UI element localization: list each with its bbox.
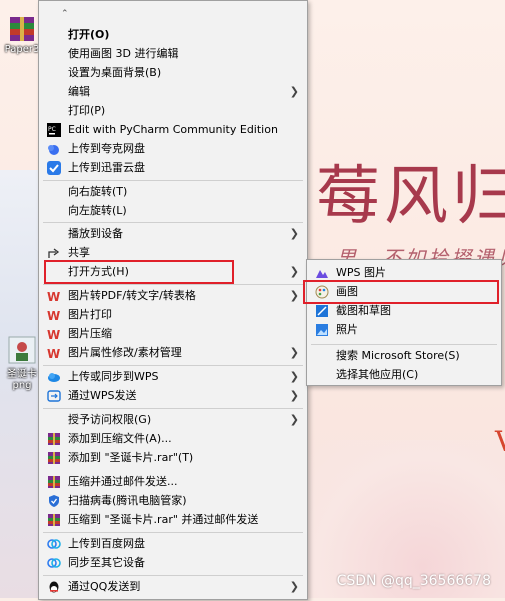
wps-icon: W xyxy=(47,289,61,304)
wps-icon: W xyxy=(47,327,61,342)
quark-cloud-icon xyxy=(47,142,61,156)
menu-item-wps-img-print[interactable]: W 图片打印 xyxy=(39,305,307,325)
open-with-submenu: WPS 图片 画图 截图和草图 照片 搜索 Microsoft Store(S)… xyxy=(303,259,502,386)
winrar-icon xyxy=(47,513,61,527)
baidu-cloud-icon xyxy=(47,556,61,570)
shield-icon xyxy=(47,494,61,508)
menu-item-wps-cloud-sync[interactable]: 上传或同步到WPS ❯ xyxy=(39,367,307,387)
menu-item-add-to-rar[interactable]: 添加到 "圣诞卡片.rar"(T) xyxy=(39,448,307,468)
highlight-box-open-with xyxy=(44,260,234,284)
winrar-icon xyxy=(47,451,61,465)
submenu-item-choose-app[interactable]: 选择其他应用(C) xyxy=(307,365,501,385)
chevron-right-icon: ❯ xyxy=(289,346,299,359)
menu-item-set-wallpaper[interactable]: 设置为桌面背景(B) xyxy=(39,63,307,83)
baidu-cloud-icon xyxy=(47,537,61,551)
menu-item-open[interactable]: 打开(O) xyxy=(39,25,307,45)
svg-text:PC: PC xyxy=(48,126,56,133)
highlight-box-paint xyxy=(303,280,499,304)
menu-item-cast-to-device[interactable]: 播放到设备 ❯ xyxy=(39,224,307,244)
menu-item-rotate-right[interactable]: 向右旋转(T) xyxy=(39,182,307,202)
menu-item-qq-send[interactable]: 通过QQ发送到 ❯ xyxy=(39,577,307,597)
menu-item-compress-email[interactable]: 压缩并通过邮件发送... xyxy=(39,472,307,492)
menu-item-virus-scan[interactable]: 扫描病毒(腾讯电脑管家) xyxy=(39,491,307,511)
menu-item-baidu-upload[interactable]: 上传到百度网盘 xyxy=(39,534,307,554)
wps-icon: W xyxy=(47,308,61,323)
menu-item-edit-paint3d[interactable]: 使用画图 3D 进行编辑 xyxy=(39,44,307,64)
menu-item-sync-devices[interactable]: 同步至其它设备 xyxy=(39,553,307,573)
submenu-item-photos[interactable]: 照片 xyxy=(307,320,501,340)
chevron-right-icon: ❯ xyxy=(289,580,299,593)
menu-separator xyxy=(43,408,303,409)
context-menu: ⌃ 打开(O) 使用画图 3D 进行编辑 设置为桌面背景(B) 编辑 ❯ 打印(… xyxy=(38,0,308,600)
wallpaper-mark: V xyxy=(495,425,505,458)
menu-item-print[interactable]: 打印(P) xyxy=(39,101,307,121)
submenu-item-snip-sketch[interactable]: 截图和草图 xyxy=(307,301,501,321)
svg-text:W: W xyxy=(47,309,60,322)
wps-cloud-icon xyxy=(47,370,61,384)
menu-item-wps-img-convert[interactable]: W 图片转PDF/转文字/转表格 ❯ xyxy=(39,286,307,306)
menu-separator xyxy=(43,180,303,181)
winrar-icon xyxy=(47,432,61,446)
chevron-up-icon: ⌃ xyxy=(61,9,69,19)
submenu-item-search-store[interactable]: 搜索 Microsoft Store(S) xyxy=(307,346,501,366)
wallpaper-title: 莓风归 xyxy=(316,160,505,234)
wps-icon: W xyxy=(47,346,61,361)
menu-item-wps-img-compress[interactable]: W 图片压缩 xyxy=(39,324,307,344)
chevron-right-icon: ❯ xyxy=(289,85,299,98)
pycharm-icon: PC xyxy=(47,123,61,137)
menu-item-wps-img-props[interactable]: W 图片属性修改/素材管理 ❯ xyxy=(39,343,307,363)
winrar-icon xyxy=(47,475,61,489)
winrar-icon xyxy=(7,14,37,44)
menu-item-rotate-left[interactable]: 向左旋转(L) xyxy=(39,201,307,221)
menu-separator xyxy=(43,575,303,576)
watermark: CSDN @qq_36566678 xyxy=(336,573,491,589)
menu-separator xyxy=(43,365,303,366)
menu-item-grant-access[interactable]: 授予访问权限(G) ❯ xyxy=(39,410,307,430)
chevron-right-icon: ❯ xyxy=(289,289,299,302)
qq-icon xyxy=(47,580,61,594)
image-thumbnail-icon xyxy=(7,335,37,365)
send-icon xyxy=(47,389,61,403)
svg-text:W: W xyxy=(47,347,60,360)
menu-item-add-to-archive[interactable]: 添加到压缩文件(A)... xyxy=(39,429,307,449)
chevron-right-icon: ❯ xyxy=(289,370,299,383)
wps-image-icon xyxy=(315,266,329,280)
menu-item-pycharm[interactable]: PC Edit with PyCharm Community Edition xyxy=(39,120,307,140)
menu-separator xyxy=(43,222,303,223)
svg-text:W: W xyxy=(47,328,60,341)
menu-item-xunlei-upload[interactable]: 上传到迅雷云盘 xyxy=(39,158,307,178)
chevron-right-icon: ❯ xyxy=(289,413,299,426)
photos-icon xyxy=(315,323,329,337)
chevron-right-icon: ❯ xyxy=(289,389,299,402)
menu-item-quark-upload[interactable]: 上传到夸克网盘 xyxy=(39,139,307,159)
snip-sketch-icon xyxy=(315,304,329,318)
svg-text:W: W xyxy=(47,290,60,303)
chevron-right-icon: ❯ xyxy=(289,265,299,278)
share-icon xyxy=(47,246,61,260)
menu-separator xyxy=(311,344,497,345)
menu-separator xyxy=(43,532,303,533)
menu-separator xyxy=(43,284,303,285)
menu-item-wps-send[interactable]: 通过WPS发送 ❯ xyxy=(39,386,307,406)
xunlei-icon xyxy=(47,161,61,175)
menu-item-edit[interactable]: 编辑 ❯ xyxy=(39,82,307,102)
menu-item-compress-rar-email[interactable]: 压缩到 "圣诞卡片.rar" 并通过邮件发送 xyxy=(39,510,307,530)
chevron-right-icon: ❯ xyxy=(289,227,299,240)
